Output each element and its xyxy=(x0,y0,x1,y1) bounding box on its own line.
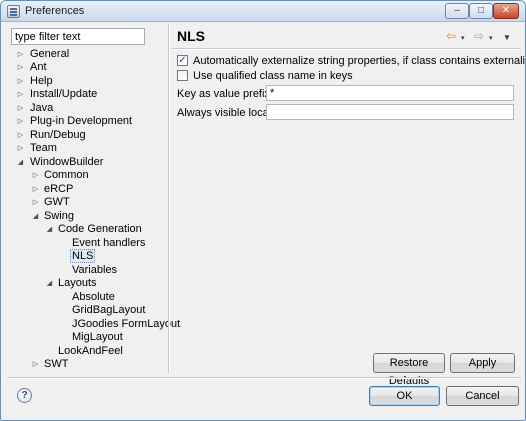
tree-item-label: Install/Update xyxy=(30,88,98,100)
preferences-icon xyxy=(7,5,20,18)
tree-item-label: GWT xyxy=(44,196,70,208)
key-prefix-input[interactable] xyxy=(266,85,514,101)
tree-item-label: SWT xyxy=(44,358,69,370)
forward-arrow-icon[interactable]: ⇨ xyxy=(474,29,484,43)
expand-arrow-icon[interactable]: ▷ xyxy=(16,104,25,113)
tree-item-label: Layouts xyxy=(58,277,97,289)
preferences-dialog: Preferences ‒ □ ✕ ▷ General ▷ Ant ▷ Help ▷ I… xyxy=(0,0,526,421)
tree-item-label: Team xyxy=(30,142,57,154)
tree-item-label: Common xyxy=(44,169,89,181)
tree-item-label: Variables xyxy=(72,264,118,276)
tree-item-label: JGoodies FormLayout xyxy=(72,318,181,330)
qualified-name-checkbox[interactable] xyxy=(177,70,188,81)
maximize-button[interactable]: □ xyxy=(469,3,493,19)
tree-item-label: Absolute xyxy=(72,291,115,303)
expand-arrow-icon[interactable]: ▷ xyxy=(31,185,40,194)
tree-item-label: eRCP xyxy=(44,183,74,195)
back-arrow-icon[interactable]: ⇦ xyxy=(446,29,456,43)
tree-item-label: Swing xyxy=(44,210,74,222)
window-title: Preferences xyxy=(25,5,85,17)
tree-item-label: Help xyxy=(30,75,53,87)
tree-item-label: GridBagLayout xyxy=(72,304,146,316)
minimize-button[interactable]: ‒ xyxy=(445,3,469,19)
expand-arrow-icon[interactable]: ▷ xyxy=(16,117,25,126)
expand-arrow-icon[interactable]: ▷ xyxy=(16,90,25,99)
pane-divider[interactable] xyxy=(168,24,170,374)
visible-locales-input[interactable] xyxy=(266,104,514,120)
expand-arrow-icon[interactable]: ▷ xyxy=(31,171,40,180)
forward-history-dropdown-icon[interactable]: ▾ xyxy=(489,32,493,46)
tree-item-label: LookAndFeel xyxy=(58,345,123,357)
expand-arrow-icon[interactable]: ▷ xyxy=(16,50,25,59)
help-icon[interactable]: ? xyxy=(17,388,32,403)
expand-arrow-icon[interactable]: ▷ xyxy=(16,131,25,140)
key-prefix-label: Key as value prefix: xyxy=(177,88,273,100)
qualified-name-checkbox-row[interactable]: Use qualified class name in keys xyxy=(177,69,377,83)
tree-item-label: WindowBuilder xyxy=(30,156,104,168)
close-button[interactable]: ✕ xyxy=(493,3,519,19)
preference-page: NLS ⇦ ▾ ⇨ ▾ ▼ ✓ Automatically externaliz… xyxy=(171,24,525,387)
collapse-arrow-icon[interactable]: ◢ xyxy=(16,158,25,167)
page-title: NLS xyxy=(177,28,205,44)
tree-item-label: NLS xyxy=(70,249,96,263)
qualified-name-checkbox-label: Use qualified class name in keys xyxy=(193,70,353,82)
ok-button[interactable]: OK xyxy=(369,386,440,406)
expand-arrow-icon[interactable]: ▷ xyxy=(31,198,40,207)
tree-item-label: Run/Debug xyxy=(30,129,86,141)
title-separator xyxy=(171,48,521,50)
cancel-button[interactable]: Cancel xyxy=(446,386,519,406)
apply-button[interactable]: Apply xyxy=(450,353,515,373)
filter-input[interactable] xyxy=(11,28,145,45)
collapse-arrow-icon[interactable]: ◢ xyxy=(31,212,40,221)
expand-arrow-icon[interactable]: ▷ xyxy=(16,144,25,153)
tree-item-label: General xyxy=(30,48,70,60)
collapse-arrow-icon[interactable]: ◢ xyxy=(45,225,54,234)
collapse-arrow-icon[interactable]: ◢ xyxy=(45,279,54,288)
restore-defaults-button[interactable]: Restore Defaults xyxy=(373,353,445,387)
tree-item-label: Code Generation xyxy=(58,223,142,235)
footer-separator xyxy=(7,377,521,379)
tree-item-label: Java xyxy=(30,102,54,114)
externalize-checkbox[interactable]: ✓ xyxy=(177,55,188,66)
externalize-checkbox-row[interactable]: ✓ Automatically externalize string prope… xyxy=(177,54,525,68)
expand-arrow-icon[interactable]: ▷ xyxy=(31,360,40,369)
preference-navigation: ▷ General ▷ Ant ▷ Help ▷ Install/Update ▷ Jav… xyxy=(7,24,180,374)
expand-arrow-icon[interactable]: ▷ xyxy=(16,77,25,86)
tree-item-label: MigLayout xyxy=(72,331,123,343)
tree-item-label: Ant xyxy=(30,61,47,73)
view-menu-icon[interactable]: ▼ xyxy=(503,31,511,45)
expand-arrow-icon[interactable]: ▷ xyxy=(16,63,25,72)
back-history-dropdown-icon[interactable]: ▾ xyxy=(461,32,465,46)
externalize-checkbox-label: Automatically externalize string propert… xyxy=(193,55,525,67)
tree-item-label: Plug-in Development xyxy=(30,115,133,127)
title-bar: Preferences ‒ □ ✕ xyxy=(1,1,525,22)
